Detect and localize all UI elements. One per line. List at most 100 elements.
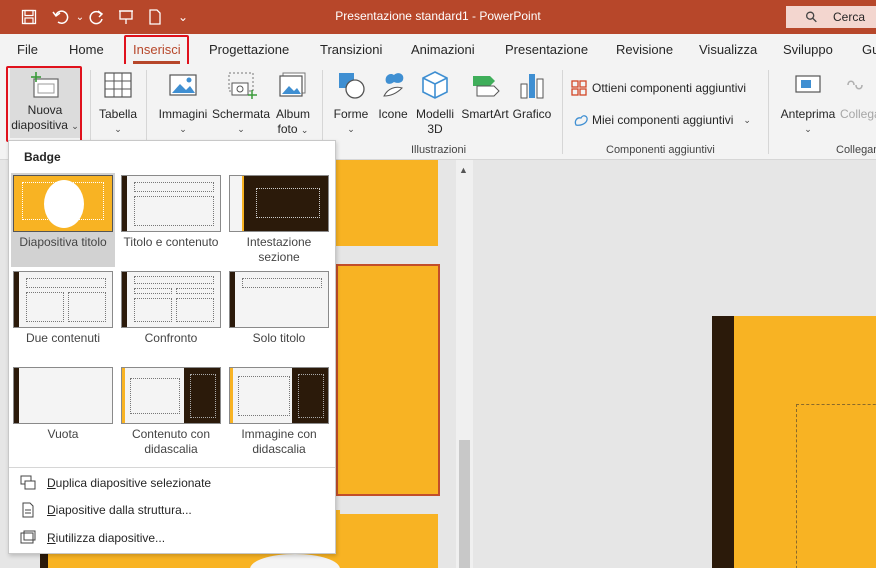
group-label-addins: Componenti aggiuntivi [606, 144, 715, 156]
cube-icon [420, 70, 450, 100]
layout-picture-with-caption[interactable]: Immagine con didascalia [227, 365, 331, 459]
reuse-slides-icon [19, 529, 37, 547]
access-key: D [47, 476, 56, 490]
tab-slideshow[interactable]: Presentazione [505, 42, 588, 57]
preview-label: Anteprima [780, 107, 836, 121]
current-slide[interactable] [712, 316, 876, 568]
tab-view[interactable]: Visualizza [699, 42, 757, 57]
placeholder [134, 298, 172, 322]
placeholder [130, 378, 180, 414]
layout-title-only[interactable]: Solo titolo [227, 269, 331, 363]
tab-animations[interactable]: Animazioni [411, 42, 475, 57]
smartart-button[interactable]: SmartArt [460, 70, 510, 122]
layout-section-header[interactable]: Intestazione sezione [227, 173, 331, 267]
layout-thumbnail [13, 175, 113, 232]
shapes-label: Forme [333, 107, 369, 121]
dark-band [14, 272, 19, 327]
shapes-button[interactable]: Forme ⌄ [330, 70, 372, 137]
layout-label-line: sezione [258, 250, 300, 264]
get-addins-button[interactable]: Ottieni componenti aggiuntivi [570, 80, 746, 96]
duplicate-slides-item[interactable]: Duplica diapositive selezionate [19, 472, 211, 494]
slide-thumbnail[interactable] [336, 514, 438, 568]
link-button[interactable]: Collega [840, 70, 876, 122]
photo-album-icon [278, 70, 308, 100]
photo-album-button[interactable]: Album foto ⌄ [272, 70, 314, 138]
search-box[interactable]: ⚲ Cerca [786, 6, 876, 28]
scroll-up-arrow-icon[interactable]: ▲ [459, 165, 468, 175]
placeholder [298, 374, 324, 418]
placeholder [176, 298, 214, 322]
layout-label-line: Contenuto con [131, 427, 211, 441]
shapes-icon [336, 70, 366, 100]
table-icon [103, 70, 133, 100]
chevron-down-icon: ⌄ [300, 125, 309, 135]
preview-button[interactable]: Anteprima ⌄ [778, 70, 838, 137]
icons-button[interactable]: Icone [374, 70, 412, 122]
tab-developer[interactable]: Sviluppo [783, 42, 833, 57]
ribbon-separator [562, 70, 563, 154]
ribbon-separator [768, 70, 769, 154]
side-band [230, 176, 244, 231]
tab-review[interactable]: Revisione [616, 42, 673, 57]
layout-blank[interactable]: Vuota [11, 365, 115, 459]
store-icon [570, 80, 588, 96]
layout-thumbnail [229, 367, 329, 424]
tab-transitions[interactable]: Transizioni [320, 42, 382, 57]
layout-thumbnail [229, 175, 329, 232]
layout-two-content[interactable]: Due contenuti [11, 269, 115, 363]
layout-title-slide[interactable]: Diapositiva titolo [11, 173, 115, 267]
reuse-slides-item[interactable]: Riutilizza diapositive... [19, 527, 165, 549]
link-icon [840, 70, 870, 100]
my-addins-button[interactable]: Miei componenti aggiuntivi ⌄ [572, 112, 751, 128]
thumbnails-scrollbar[interactable]: ▲ [456, 160, 473, 568]
chart-label: Grafico [512, 107, 552, 121]
gold-band [230, 368, 233, 423]
screenshot-label: Schermata [212, 107, 271, 121]
tab-file[interactable]: File [17, 42, 38, 57]
dark-band [122, 176, 127, 231]
layout-label-line: didascalia [252, 442, 306, 456]
screenshot-button[interactable]: Schermata ⌄ [212, 70, 270, 137]
slide-thumbnail-selected[interactable] [336, 264, 440, 496]
photo-album-label-2: foto [277, 122, 298, 136]
images-button[interactable]: Immagini ⌄ [156, 70, 210, 137]
menu-item-label: Duplica diapositive selezionate [47, 476, 211, 490]
link-label: Collega [840, 107, 876, 121]
slides-from-outline-item[interactable]: Diapositive dalla struttura... [19, 499, 192, 521]
title-bar: ⌄ ⌄ Presentazione standard1 - PowerPoint… [0, 0, 876, 34]
tab-design[interactable]: Progettazione [209, 42, 289, 57]
layout-label: Due contenuti [25, 331, 101, 345]
layout-label-line: didascalia [144, 442, 198, 456]
scrollbar-thumb[interactable] [459, 440, 470, 568]
dark-band [14, 368, 19, 423]
chevron-down-icon: ⌄ [237, 124, 245, 134]
menu-item-text: uplica diapositive selezionate [55, 476, 212, 490]
layout-label: Contenuto con didascalia [119, 427, 223, 457]
slide-placeholder[interactable] [796, 404, 876, 568]
layout-content-with-caption[interactable]: Contenuto con didascalia [119, 365, 223, 459]
photo-album-label-1: Album [275, 107, 310, 121]
layout-thumbnail [229, 271, 329, 328]
chevron-down-icon: ⌄ [179, 124, 187, 134]
placeholder [134, 288, 172, 294]
layout-comparison[interactable]: Confronto [119, 269, 223, 363]
new-slide-highlight [6, 66, 82, 142]
chevron-down-icon: ⌄ [347, 124, 355, 134]
gold-band [122, 368, 125, 423]
slide-thumbnail[interactable] [336, 160, 438, 246]
tab-home[interactable]: Home [69, 42, 104, 57]
icons-label: Icone [378, 107, 408, 121]
layout-label: Intestazione sezione [227, 235, 331, 265]
layout-label: Immagine con didascalia [227, 427, 331, 457]
table-button[interactable]: Tabella ⌄ [96, 70, 140, 137]
3d-models-button[interactable]: Modelli 3D [412, 70, 458, 137]
window-title: Presentazione standard1 - PowerPoint [335, 9, 541, 23]
get-addins-label: Ottieni componenti aggiuntivi [592, 80, 747, 95]
addins-icon [572, 112, 590, 128]
layout-title-content[interactable]: Titolo e contenuto [119, 173, 223, 267]
layout-label-line: Intestazione [246, 235, 312, 249]
tab-help[interactable]: Gu [862, 42, 876, 57]
placeholder [26, 278, 106, 288]
layout-label: Confronto [144, 331, 198, 345]
chart-button[interactable]: Grafico [510, 70, 554, 122]
